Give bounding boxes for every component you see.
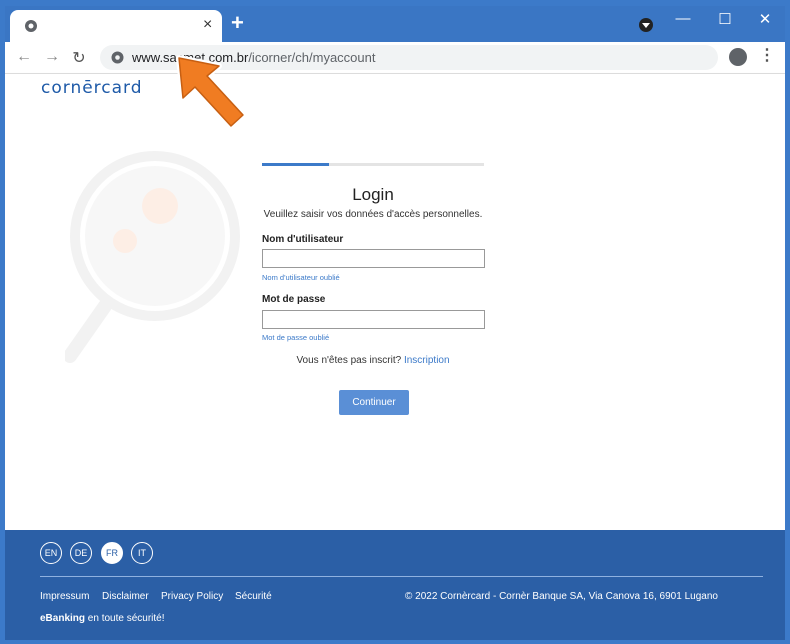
login-title: Login [352, 185, 394, 204]
language-fr[interactable]: FR [101, 542, 123, 564]
site-header: cornērcard [5, 74, 785, 106]
ebanking-brand: eBanking [40, 613, 86, 624]
ebanking-tagline-text: en toute sécurité! [87, 613, 165, 624]
new-tab-button[interactable]: + [231, 12, 244, 34]
browser-menu-icon[interactable]: ⋮ [759, 47, 775, 65]
signup-prompt: Vous n'êtes pas inscrit? [296, 355, 402, 366]
login-page: Login Veuillez saisir vos données d'accè… [5, 106, 785, 530]
forward-arrow-icon[interactable]: → [42, 48, 62, 66]
back-arrow-icon[interactable]: ← [14, 48, 34, 66]
footer-link-securite[interactable]: Sécurité [235, 591, 272, 602]
profile-avatar-icon[interactable] [729, 48, 747, 66]
browser-window: × + — ☐ ✕ ← → ↻ www.sasmet.com.br/icorne… [5, 6, 785, 640]
reload-icon[interactable]: ↻ [69, 48, 89, 68]
tab-strip: × + — ☐ ✕ [5, 6, 785, 42]
forgot-password-link[interactable]: Mot de passe oublié [262, 333, 329, 342]
url-path: /icorner/ch/myaccount [248, 50, 376, 65]
footer-link-impressum[interactable]: Impressum [40, 591, 89, 602]
language-it[interactable]: IT [131, 542, 153, 564]
login-subtitle: Veuillez saisir vos données d'accès pers… [263, 209, 483, 220]
continue-button[interactable]: Continuer [339, 390, 409, 415]
browser-tab[interactable]: × [10, 10, 222, 42]
language-de[interactable]: DE [70, 542, 92, 564]
ebanking-tagline: eBanking en toute sécurité! [40, 613, 165, 624]
site-info-globe-icon[interactable] [111, 51, 124, 64]
globe-icon [25, 20, 37, 32]
password-input[interactable] [262, 310, 485, 329]
footer-link-disclaimer[interactable]: Disclaimer [102, 591, 149, 602]
forgot-username-link[interactable]: Nom d'utilisateur oublié [262, 273, 340, 282]
maximize-button[interactable]: ☐ [714, 10, 736, 28]
tab-search-icon[interactable] [639, 18, 653, 32]
minimize-button[interactable]: — [672, 10, 694, 27]
url-text[interactable]: www.sasmet.com.br/icorner/ch/myaccount [132, 50, 375, 65]
tab-close-icon[interactable]: × [203, 17, 212, 33]
username-label: Nom d'utilisateur [262, 234, 344, 245]
signup-line: Vous n'êtes pas inscrit? Inscription [262, 355, 484, 366]
close-window-button[interactable]: ✕ [754, 10, 776, 28]
footer-link-privacy-policy[interactable]: Privacy Policy [161, 591, 223, 602]
username-input[interactable] [262, 249, 485, 268]
browser-toolbar: ← → ↻ www.sasmet.com.br/icorner/ch/myacc… [5, 42, 785, 74]
language-en[interactable]: EN [40, 542, 62, 564]
orange-arrow-annotation-icon [176, 55, 246, 129]
copyright-text: © 2022 Cornèrcard - Cornèr Banque SA, Vi… [405, 591, 718, 602]
password-label: Mot de passe [262, 294, 326, 305]
signup-link[interactable]: Inscription [404, 355, 450, 366]
login-progress-bar [262, 163, 484, 166]
footer-divider [40, 576, 763, 577]
login-progress-fill [262, 163, 329, 166]
site-footer: EN DE FR IT Impressum Disclaimer Privacy… [5, 530, 785, 640]
cornercard-logo[interactable]: cornērcard [41, 78, 143, 98]
